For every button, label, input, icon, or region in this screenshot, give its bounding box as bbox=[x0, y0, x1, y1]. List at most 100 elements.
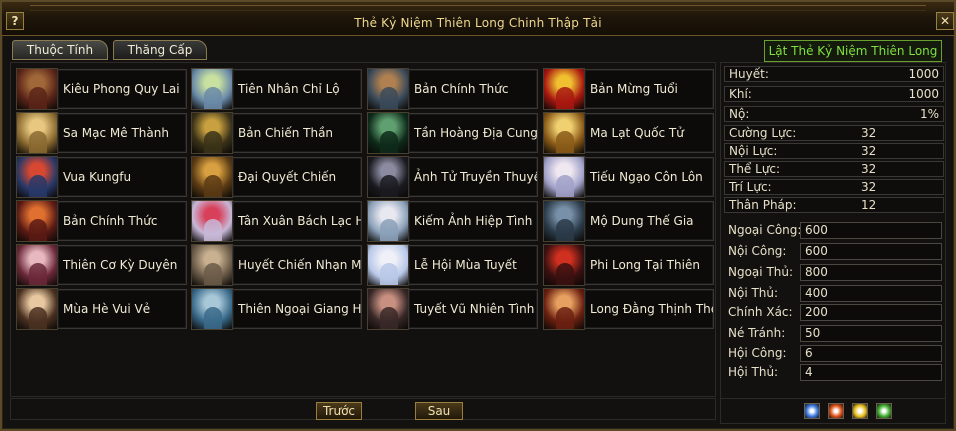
card-label: Mộ Dung Thế Gia bbox=[584, 201, 714, 241]
card-label: Bản Chính Thức bbox=[408, 69, 538, 109]
card-portrait-icon bbox=[543, 68, 585, 110]
attr-value: 4 bbox=[800, 364, 942, 381]
lightning-element-icon[interactable] bbox=[852, 403, 868, 419]
card-portrait-icon bbox=[367, 200, 409, 242]
card-label: Lễ Hội Mùa Tuyết bbox=[408, 245, 538, 285]
memorial-card[interactable]: Bản Chính Thức bbox=[16, 200, 187, 242]
card-label: Thiên Ngoại Giang Hồ bbox=[232, 289, 362, 329]
stat-strength: Cường Lực: 32 bbox=[724, 125, 944, 141]
card-portrait-icon bbox=[16, 112, 58, 154]
memorial-card[interactable]: Long Đằng Thịnh Thế bbox=[543, 288, 714, 330]
attr-label: Hội Thủ: bbox=[728, 365, 779, 379]
card-label: Kiêu Phong Quy Lai bbox=[57, 69, 187, 109]
memorial-card[interactable]: Sa Mạc Mê Thành bbox=[16, 112, 187, 154]
stat-value: 12 bbox=[861, 198, 877, 212]
memorial-card[interactable]: Tiên Nhân Chỉ Lộ bbox=[191, 68, 362, 110]
attr-value: 6 bbox=[800, 345, 942, 362]
memorial-card[interactable]: Thiên Cơ Kỳ Duyên bbox=[16, 244, 187, 286]
attr-label: Hội Công: bbox=[728, 346, 787, 360]
memorial-card[interactable]: Tần Hoàng Địa Cung bbox=[367, 112, 538, 154]
card-label: Bản Chính Thức bbox=[57, 201, 187, 241]
card-portrait-icon bbox=[191, 244, 233, 286]
card-label: Thiên Cơ Kỳ Duyên bbox=[57, 245, 187, 285]
memorial-card[interactable]: Đại Quyết Chiến bbox=[191, 156, 362, 198]
memorial-card[interactable]: Tân Xuân Bách Lạc Hội bbox=[191, 200, 362, 242]
stat-label: Cường Lực: bbox=[729, 126, 797, 140]
attr-value: 400 bbox=[800, 285, 942, 302]
tab-thuoc-tinh[interactable]: Thuộc Tính bbox=[12, 40, 108, 60]
memorial-card[interactable]: Kiêu Phong Quy Lai bbox=[16, 68, 187, 110]
attr-label: Nội Thủ: bbox=[728, 286, 779, 300]
memorial-card[interactable]: Thiên Ngoại Giang Hồ bbox=[191, 288, 362, 330]
card-portrait-icon bbox=[191, 156, 233, 198]
memorial-card[interactable]: Bản Mừng Tuổi bbox=[543, 68, 714, 110]
card-portrait-icon bbox=[367, 156, 409, 198]
card-portrait-icon bbox=[16, 244, 58, 286]
card-label: Tiên Nhân Chỉ Lộ bbox=[232, 69, 362, 109]
card-portrait-icon bbox=[367, 68, 409, 110]
ice-element-icon[interactable] bbox=[804, 403, 820, 419]
card-portrait-icon bbox=[367, 112, 409, 154]
card-label: Ma Lạt Quốc Tử bbox=[584, 113, 714, 153]
card-label: Tần Hoàng Địa Cung bbox=[408, 113, 538, 153]
memorial-card[interactable]: Huyết Chiến Nhạn Môn bbox=[191, 244, 362, 286]
flip-card-button[interactable]: Lật Thẻ Kỷ Niệm Thiên Long bbox=[764, 40, 942, 62]
stat-intellect: Trí Lực: 32 bbox=[724, 179, 944, 195]
card-label: Tuyết Vũ Nhiên Tình bbox=[408, 289, 538, 329]
card-portrait-icon bbox=[16, 200, 58, 242]
card-label: Mùa Hè Vui Vẻ bbox=[57, 289, 187, 329]
prev-page-button[interactable]: Trước bbox=[316, 402, 362, 420]
memorial-card[interactable]: Vua Kungfu bbox=[16, 156, 187, 198]
memorial-card[interactable]: Ma Lạt Quốc Tử bbox=[543, 112, 714, 154]
card-label: Phi Long Tại Thiên bbox=[584, 245, 714, 285]
card-label: Long Đằng Thịnh Thế bbox=[584, 289, 714, 329]
fire-element-icon[interactable] bbox=[828, 403, 844, 419]
card-label: Đại Quyết Chiến bbox=[232, 157, 362, 197]
stat-agility: Thân Pháp: 12 bbox=[724, 197, 944, 213]
memorial-card[interactable]: Tuyết Vũ Nhiên Tình bbox=[367, 288, 538, 330]
close-button[interactable]: ✕ bbox=[936, 12, 954, 30]
attr-value: 50 bbox=[800, 325, 942, 342]
title-bar: Thẻ Kỷ Niệm Thiên Long Chinh Thập Tải bbox=[2, 2, 954, 36]
pagination-bar bbox=[10, 398, 716, 420]
card-label: Tiếu Ngạo Côn Lôn bbox=[584, 157, 714, 197]
card-portrait-icon bbox=[367, 288, 409, 330]
stat-label: Thể Lực: bbox=[729, 162, 781, 176]
title-ornament bbox=[30, 5, 926, 11]
memorial-card[interactable]: Lễ Hội Mùa Tuyết bbox=[367, 244, 538, 286]
stat-label: Nộ: bbox=[729, 107, 750, 121]
card-portrait-icon bbox=[543, 112, 585, 154]
memorial-card[interactable]: Bản Chiến Thần bbox=[191, 112, 362, 154]
attr-value: 600 bbox=[800, 222, 942, 239]
memorial-card[interactable]: Bản Chính Thức bbox=[367, 68, 538, 110]
poison-element-icon[interactable] bbox=[876, 403, 892, 419]
attr-label: Nội Công: bbox=[728, 244, 787, 258]
card-portrait-icon bbox=[191, 288, 233, 330]
memorial-card[interactable]: Tiếu Ngạo Côn Lôn bbox=[543, 156, 714, 198]
card-portrait-icon bbox=[367, 244, 409, 286]
card-portrait-icon bbox=[16, 68, 58, 110]
attr-label: Ngoại Thủ: bbox=[728, 265, 794, 279]
stat-label: Huyết: bbox=[729, 67, 769, 81]
memorial-card[interactable]: Mùa Hè Vui Vẻ bbox=[16, 288, 187, 330]
card-portrait-icon bbox=[16, 288, 58, 330]
help-button[interactable]: ? bbox=[6, 12, 24, 30]
stat-value: 1% bbox=[919, 107, 939, 121]
next-page-button[interactable]: Sau bbox=[415, 402, 463, 420]
divider bbox=[724, 212, 944, 213]
stat-value: 1000 bbox=[908, 67, 939, 81]
memorial-card[interactable]: Phi Long Tại Thiên bbox=[543, 244, 714, 286]
memorial-card[interactable]: Mộ Dung Thế Gia bbox=[543, 200, 714, 242]
card-portrait-icon bbox=[191, 200, 233, 242]
stat-rage: Nộ: 1% bbox=[724, 106, 944, 122]
memorial-card[interactable]: Ảnh Tử Truyền Thuyết bbox=[367, 156, 538, 198]
card-label: Tân Xuân Bách Lạc Hội bbox=[232, 201, 362, 241]
attr-label: Ngoại Công: bbox=[728, 223, 802, 237]
card-portrait-icon bbox=[543, 156, 585, 198]
memorial-card[interactable]: Kiếm Ảnh Hiệp Tình bbox=[367, 200, 538, 242]
card-portrait-icon bbox=[543, 200, 585, 242]
tab-thang-cap[interactable]: Thăng Cấp bbox=[113, 40, 207, 60]
stat-value: 1000 bbox=[908, 87, 939, 101]
card-portrait-icon bbox=[191, 112, 233, 154]
card-portrait-icon bbox=[16, 156, 58, 198]
